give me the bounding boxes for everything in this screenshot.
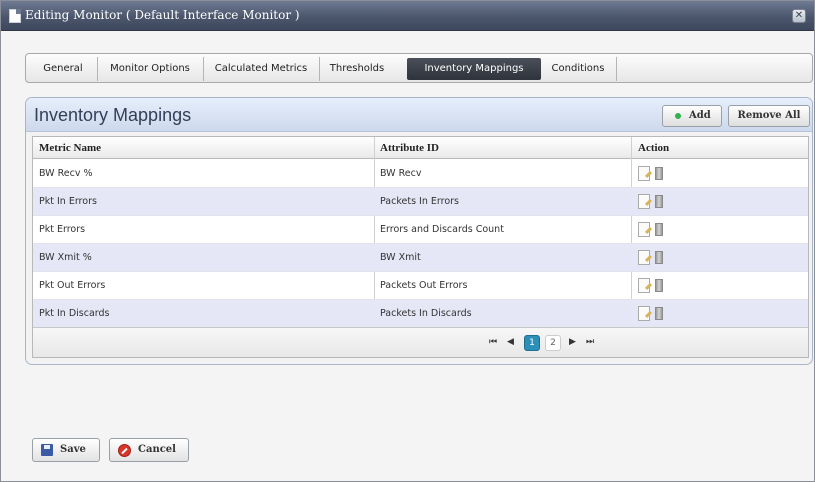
tab-monitor-options[interactable]: Monitor Options (100, 58, 200, 80)
table-row[interactable]: Pkt Errors Errors and Discards Count (33, 216, 808, 244)
last-page-icon[interactable]: ⏭ (586, 337, 594, 347)
attribute-id-cell: Packets In Discards (380, 308, 472, 319)
tab-inventory-mappings[interactable]: Inventory Mappings (407, 58, 541, 80)
cancel-icon (118, 444, 131, 457)
remove-all-button[interactable]: Remove All (728, 105, 810, 127)
edit-icon[interactable] (638, 278, 650, 293)
next-page-icon[interactable]: ▶ (569, 337, 576, 347)
tab-thresholds[interactable]: Thresholds (322, 58, 392, 80)
add-button-label: Add (689, 110, 711, 121)
edit-icon[interactable] (638, 166, 650, 181)
panel-title: Inventory Mappings (34, 105, 192, 125)
first-page-icon[interactable]: ⏮ (489, 337, 497, 347)
tab-conditions[interactable]: Conditions (543, 58, 613, 80)
table-row[interactable]: Pkt In Discards Packets In Discards (33, 300, 808, 328)
delete-icon[interactable] (655, 307, 663, 320)
column-header-attribute-id[interactable]: Attribute ID (380, 142, 439, 154)
edit-icon[interactable] (638, 222, 650, 237)
edit-icon[interactable] (638, 306, 650, 321)
delete-icon[interactable] (655, 223, 663, 236)
tab-bar: General Monitor Options Calculated Metri… (25, 53, 813, 83)
column-header-metric-name[interactable]: Metric Name (39, 142, 101, 154)
panel-header: Inventory Mappings Add Remove All (26, 98, 812, 132)
edit-icon[interactable] (638, 250, 650, 265)
table-row[interactable]: Pkt Out Errors Packets Out Errors (33, 272, 808, 300)
tab-general[interactable]: General (32, 58, 94, 80)
save-button-label: Save (60, 444, 86, 455)
attribute-id-cell: Errors and Discards Count (380, 224, 504, 235)
tab-calculated-metrics[interactable]: Calculated Metrics (206, 58, 316, 80)
table-row[interactable]: BW Xmit % BW Xmit (33, 244, 808, 272)
metric-name-cell: Pkt In Discards (39, 308, 110, 319)
tab-divider (97, 57, 98, 81)
inventory-mappings-panel: Inventory Mappings Add Remove All Metric… (25, 97, 813, 365)
metric-name-cell: Pkt Out Errors (39, 280, 106, 291)
pagination-bar: ⏮ ◀ 1 2 ▶ ⏭ (33, 327, 808, 357)
cancel-button[interactable]: Cancel (109, 438, 189, 462)
editing-monitor-dialog: Editing Monitor ( Default Interface Moni… (0, 0, 815, 482)
tab-divider (616, 57, 617, 81)
document-icon (9, 9, 21, 23)
table-header: Metric Name Attribute ID Action (33, 137, 808, 159)
attribute-id-cell: Packets Out Errors (380, 280, 468, 291)
attribute-id-cell: BW Xmit (380, 252, 421, 263)
page-button-2[interactable]: 2 (545, 335, 561, 351)
table-row[interactable]: Pkt In Errors Packets In Errors (33, 188, 808, 216)
edit-icon[interactable] (638, 194, 650, 209)
add-button[interactable]: Add (662, 105, 722, 127)
attribute-id-cell: Packets In Errors (380, 196, 459, 207)
column-header-action[interactable]: Action (638, 142, 669, 154)
metric-name-cell: BW Recv % (39, 168, 93, 179)
cancel-button-label: Cancel (138, 444, 176, 455)
add-icon (675, 113, 681, 119)
delete-icon[interactable] (655, 251, 663, 264)
prev-page-icon[interactable]: ◀ (507, 337, 514, 347)
metric-name-cell: BW Xmit % (39, 252, 92, 263)
delete-icon[interactable] (655, 279, 663, 292)
tab-divider (203, 57, 204, 81)
mappings-table: Metric Name Attribute ID Action BW Recv … (32, 136, 809, 358)
title-bar: Editing Monitor ( Default Interface Moni… (1, 1, 814, 31)
dialog-title: Editing Monitor ( Default Interface Moni… (25, 8, 300, 22)
page-button-1[interactable]: 1 (524, 335, 540, 351)
delete-icon[interactable] (655, 167, 663, 180)
save-button[interactable]: Save (32, 438, 100, 462)
metric-name-cell: Pkt Errors (39, 224, 86, 235)
attribute-id-cell: BW Recv (380, 168, 422, 179)
delete-icon[interactable] (655, 195, 663, 208)
close-icon[interactable]: ✕ (792, 9, 806, 23)
tab-divider (319, 57, 320, 81)
save-icon (41, 444, 53, 456)
metric-name-cell: Pkt In Errors (39, 196, 97, 207)
table-row[interactable]: BW Recv % BW Recv (33, 160, 808, 188)
